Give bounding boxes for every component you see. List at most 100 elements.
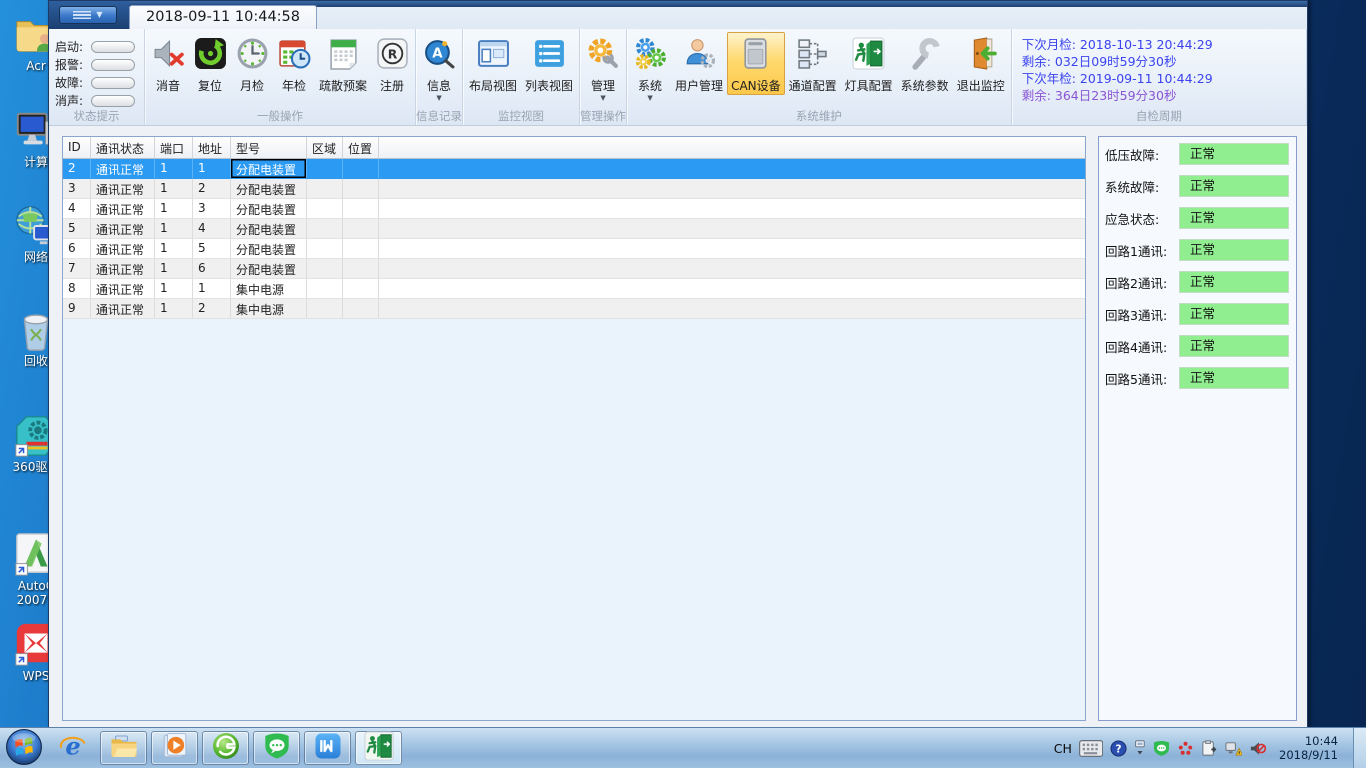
table-row[interactable]: 2通讯正常11分配电装置 [63,159,1085,179]
tray-clipboard-icon[interactable] [1201,740,1218,757]
ribbon-button-月检[interactable]: 月检 [231,32,273,95]
start-button[interactable] [5,728,45,768]
taskbar-explorer-button[interactable] [100,731,147,765]
user-manage-icon [683,37,716,74]
ribbon-button-通道配置[interactable]: 通道配置 [785,32,841,95]
table-cell: 1 [155,199,193,219]
ribbon-button-管理[interactable]: 管理▼ [582,32,624,103]
tray-security-dots-icon[interactable] [1177,740,1194,757]
table-cell: 通讯正常 [91,199,155,219]
taskbar-chat-button[interactable] [253,731,300,765]
ribbon-button-列表视图[interactable]: 列表视图 [521,32,577,95]
ribbon-button-label: 列表视图 [525,77,573,94]
column-header-型号[interactable]: 型号 [231,137,307,158]
column-header-地址[interactable]: 地址 [193,137,231,158]
table-cell [307,299,343,319]
status-value-badge: 正常 [1179,175,1289,197]
status-indicator-label: 消声: [55,92,91,109]
table-cell: 6 [63,239,91,259]
table-row[interactable]: 6通讯正常15分配电装置 [63,239,1085,259]
status-item: 低压故障:正常 [1105,143,1289,165]
ribbon-button-系统参数[interactable]: 系统参数 [897,32,953,95]
taskbar-media-player-button[interactable] [151,731,198,765]
status-item: 回路2通讯:正常 [1105,271,1289,293]
column-header-ID[interactable]: ID [63,137,91,158]
tray-network-warning-icon[interactable] [1225,740,1242,757]
ribbon-button-退出监控[interactable]: 退出监控 [953,32,1009,95]
ribbon-button-CAN设备[interactable]: CAN设备 [727,32,785,95]
status-value-badge: 正常 [1179,303,1289,325]
clock[interactable]: 10:44 2018/9/11 [1279,734,1338,762]
table-cell: 5 [193,239,231,259]
ribbon-button-注册[interactable]: R注册 [371,32,413,95]
ribbon-button-label: 疏散预案 [319,77,367,94]
status-item: 应急状态:正常 [1105,207,1289,229]
tray-keyboard-icon[interactable] [1079,740,1103,757]
table-cell [343,219,379,239]
table-row[interactable]: 8通讯正常11集中电源 [63,279,1085,299]
column-header-区域[interactable]: 区域 [307,137,343,158]
table-cell: 分配电装置 [231,199,307,219]
status-indicator-label: 故障: [55,74,91,91]
tray-chat-tray-icon[interactable] [1153,740,1170,757]
table-cell-filler [379,219,1085,239]
show-desktop-button[interactable] [1353,728,1366,768]
ribbon-button-label: 复位 [198,77,222,94]
ribbon-button-灯具配置[interactable]: 灯具配置 [841,32,897,95]
system-tray: CH ? 10:44 2018/9/11 [1054,728,1366,768]
ribbon-button-布局视图[interactable]: 布局视图 [465,32,521,95]
channel-config-icon [796,37,829,74]
taskbar-exit-app-button[interactable] [355,731,402,765]
table-cell-filler [379,299,1085,319]
status-indicator-label: 报警: [55,56,91,73]
table-cell [307,239,343,259]
language-indicator[interactable]: CH [1054,741,1072,756]
taskbar-ie-button[interactable]: e [49,731,96,765]
status-value-badge: 正常 [1179,367,1289,389]
ribbon-button-用户管理[interactable]: 用户管理 [671,32,727,95]
app-menu-button[interactable]: ▼ [59,6,117,24]
table-row[interactable]: 7通讯正常16分配电装置 [63,259,1085,279]
table-cell: 1 [155,279,193,299]
media-player-icon [160,731,190,765]
ribbon-buttons: 消音复位月检年检疏散预案R注册 [147,32,413,109]
column-header-位置[interactable]: 位置 [343,137,379,158]
taskbar: e CH ? 10:44 2018/9/11 [0,727,1366,768]
mute-speaker-icon [152,37,185,74]
table-row[interactable]: 9通讯正常12集中电源 [63,299,1085,319]
table-cell: 1 [155,179,193,199]
table-cell-filler [379,259,1085,279]
column-header-通讯状态[interactable]: 通讯状态 [91,137,155,158]
ribbon-button-信息[interactable]: A信息▼ [418,32,460,103]
layout-view-icon [477,37,510,74]
ribbon-button-疏散预案[interactable]: 疏散预案 [315,32,371,95]
table-cell: 通讯正常 [91,279,155,299]
clock-tab[interactable]: 2018-09-11 10:44:58 [129,5,317,29]
ribbon-buttons: 管理▼ [582,32,624,109]
start-icon [5,751,43,768]
table-row[interactable]: 5通讯正常14分配电装置 [63,219,1085,239]
column-header-端口[interactable]: 端口 [155,137,193,158]
table-cell: 1 [155,159,193,179]
ribbon-button-消音[interactable]: 消音 [147,32,189,95]
clock-time: 10:44 [1279,734,1338,748]
tray-volume-muted-icon[interactable] [1249,740,1266,757]
table-cell: 分配电装置 [231,239,307,259]
ribbon-button-label: 注册 [380,77,404,94]
table-cell: 9 [63,299,91,319]
table-cell-filler [379,239,1085,259]
tray-expander-icon[interactable] [1134,740,1146,757]
table-cell: 2 [193,179,231,199]
table-row[interactable]: 3通讯正常12分配电装置 [63,179,1085,199]
status-item-label: 回路4通讯: [1105,337,1179,356]
tray-help-icon[interactable]: ? [1110,740,1127,757]
table-row[interactable]: 4通讯正常13分配电装置 [63,199,1085,219]
main-content: ID通讯状态端口地址型号区域位置2通讯正常11分配电装置3通讯正常12分配电装置… [49,126,1307,727]
ribbon-button-系统[interactable]: 系统▼ [629,32,671,103]
ribbon-button-复位[interactable]: 复位 [189,32,231,95]
ribbon-group-caption: 信息记录 [416,108,462,124]
taskbar-browser-360-button[interactable] [202,731,249,765]
table-cell [307,259,343,279]
taskbar-wps-w-button[interactable] [304,731,351,765]
ribbon-button-年检[interactable]: 年检 [273,32,315,95]
